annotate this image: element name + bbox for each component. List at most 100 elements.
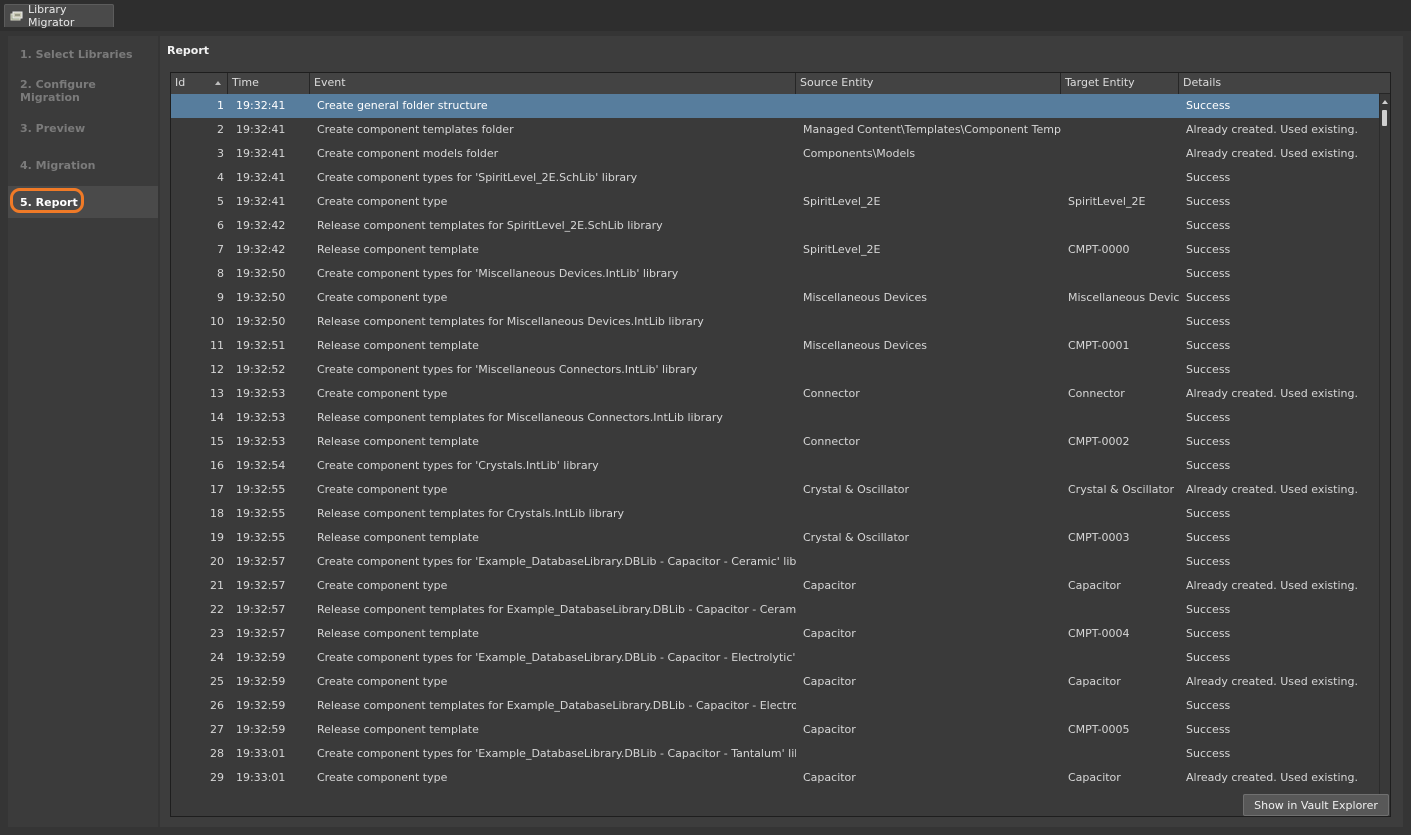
cell-event: Create general folder structure	[317, 99, 488, 112]
cell-target-entity	[1061, 694, 1179, 718]
table-row[interactable]: 15 19:32:53 Release component template Conn…	[171, 430, 1380, 454]
vertical-scrollbar[interactable]	[1379, 94, 1390, 816]
cell-time: 19:32:42	[236, 243, 286, 256]
table-row[interactable]: 11 19:32:51 Release component template Misc…	[171, 334, 1380, 358]
step-label: 3. Preview	[20, 121, 86, 135]
column-header-target-entity[interactable]: Target Entity	[1061, 73, 1179, 94]
cell-time: 19:32:57	[236, 603, 286, 616]
cell-source-entity: Capacitor	[803, 579, 856, 592]
cell-target-entity	[1061, 118, 1179, 142]
table-body: 1 19:32:41 Create general folder structure…	[171, 94, 1380, 816]
table-row[interactable]: 1 19:32:41 Create general folder structure…	[171, 94, 1380, 118]
table-row[interactable]: 14 19:32:53 Release component templates fo…	[171, 406, 1380, 430]
table-row[interactable]: 17 19:32:55 Create component type Crystal &…	[171, 478, 1380, 502]
report-table: Id Time Event Source Entity Target Entit…	[170, 72, 1391, 817]
column-header-time[interactable]: Time	[228, 73, 310, 94]
cell-details: Success	[1186, 363, 1231, 376]
cell-time: 19:32:53	[236, 435, 286, 448]
cell-event: Release component templates for Example_…	[317, 699, 796, 712]
cell-time: 19:32:53	[236, 411, 286, 424]
table-row[interactable]: 7 19:32:42 Release component template Spiri…	[171, 238, 1380, 262]
cell-source-entity: Crystal & Oscillator	[803, 483, 910, 496]
step-configure-migration[interactable]: 2. Configure Migration	[8, 75, 158, 107]
table-row[interactable]: 29 19:33:01 Create component type Capacitor…	[171, 766, 1380, 790]
table-row[interactable]: 6 19:32:42 Release component templates for…	[171, 214, 1380, 238]
cell-source-entity	[796, 406, 1061, 430]
cell-event: Create component types for 'Example_Data…	[317, 651, 796, 664]
cell-event: Create component type	[317, 579, 448, 592]
cell-time: 19:32:59	[236, 699, 286, 712]
cell-id: 6	[217, 219, 224, 232]
cell-time: 19:32:50	[236, 315, 286, 328]
cell-event: Create component type	[317, 771, 448, 784]
table-row[interactable]: 24 19:32:59 Create component types for 'Ex…	[171, 646, 1380, 670]
cell-source-entity	[796, 358, 1061, 382]
step-preview[interactable]: 3. Preview	[8, 112, 158, 144]
cell-source-entity: Crystal & Oscillator	[803, 531, 910, 544]
table-row[interactable]: 9 19:32:50 Create component type Miscellane…	[171, 286, 1380, 310]
cell-details: Success	[1186, 339, 1231, 352]
cell-target-entity: Capacitor	[1068, 771, 1121, 784]
scrollbar-thumb[interactable]	[1382, 110, 1387, 126]
column-header-details[interactable]: Details	[1179, 73, 1381, 94]
cell-time: 19:32:41	[236, 147, 286, 160]
table-row[interactable]: 20 19:32:57 Create component types for 'Ex…	[171, 550, 1380, 574]
table-row[interactable]: 27 19:32:59 Release component template Capa…	[171, 718, 1380, 742]
cell-target-entity: CMPT-0001	[1068, 339, 1130, 352]
cell-details: Success	[1186, 411, 1231, 424]
step-select-libraries[interactable]: 1. Select Libraries	[8, 38, 158, 70]
table-row[interactable]: 16 19:32:54 Create component types for 'Cr…	[171, 454, 1380, 478]
cell-id: 12	[210, 363, 224, 376]
table-row[interactable]: 18 19:32:55 Release component templates fo…	[171, 502, 1380, 526]
cell-target-entity	[1061, 94, 1179, 118]
cell-id: 14	[210, 411, 224, 424]
cell-event: Create component type	[317, 387, 448, 400]
tab-title: Library Migrator	[28, 3, 75, 29]
table-row[interactable]: 28 19:33:01 Create component types for 'Ex…	[171, 742, 1380, 766]
cell-source-entity	[796, 742, 1061, 766]
cell-event: Release component templates for SpiritLe…	[317, 219, 663, 232]
table-row[interactable]: 10 19:32:50 Release component templates fo…	[171, 310, 1380, 334]
table-row[interactable]: 26 19:32:59 Release component templates fo…	[171, 694, 1380, 718]
table-row[interactable]: 25 19:32:59 Create component type Capacitor…	[171, 670, 1380, 694]
table-row[interactable]: 3 19:32:41 Create component models folder C…	[171, 142, 1380, 166]
cell-event: Release component templates for Crystals…	[317, 507, 625, 520]
sort-ascending-icon	[215, 81, 221, 85]
table-row[interactable]: 5 19:32:41 Create component type SpiritLeve…	[171, 190, 1380, 214]
cell-event: Create component types for 'Crystals.Int…	[317, 459, 599, 472]
cell-source-entity	[796, 166, 1061, 190]
library-migrator-tab[interactable]: Library Migrator	[4, 3, 114, 29]
table-row[interactable]: 2 19:32:41 Create component templates fold…	[171, 118, 1380, 142]
table-row[interactable]: 22 19:32:57 Release component templates fo…	[171, 598, 1380, 622]
cell-id: 20	[210, 555, 224, 568]
cell-details: Success	[1186, 603, 1231, 616]
show-in-vault-explorer-button[interactable]: Show in Vault Explorer	[1243, 794, 1389, 816]
step-migration[interactable]: 4. Migration	[8, 149, 158, 181]
column-header-source-entity[interactable]: Source Entity	[796, 73, 1061, 94]
table-row[interactable]: 8 19:32:50 Create component types for 'Mis…	[171, 262, 1380, 286]
table-row[interactable]: 19 19:32:55 Release component template Crys…	[171, 526, 1380, 550]
cell-event: Release component templates for Miscella…	[317, 315, 704, 328]
cell-source-entity	[796, 550, 1061, 574]
column-header-event[interactable]: Event	[310, 73, 796, 94]
step-report[interactable]: 5. Report	[8, 186, 158, 218]
table-row[interactable]: 12 19:32:52 Create component types for 'Mi…	[171, 358, 1380, 382]
cell-source-entity: SpiritLevel_2E	[803, 195, 881, 208]
cell-id: 2	[217, 123, 224, 136]
table-row[interactable]: 13 19:32:53 Create component type Connector…	[171, 382, 1380, 406]
cell-event: Create component types for 'Miscellaneou…	[317, 267, 679, 280]
cell-source-entity: Connector	[803, 387, 860, 400]
scroll-up-icon[interactable]	[1382, 100, 1388, 104]
cell-event: Release component template	[317, 627, 479, 640]
column-header-id[interactable]: Id	[171, 73, 228, 94]
table-row[interactable]: 23 19:32:57 Release component template Capa…	[171, 622, 1380, 646]
table-row[interactable]: 21 19:32:57 Create component type Capacitor…	[171, 574, 1380, 598]
table-row[interactable]: 4 19:32:41 Create component types for 'Spi…	[171, 166, 1380, 190]
step-label: 4. Migration	[20, 158, 96, 172]
cell-details: Success	[1186, 171, 1231, 184]
cell-event: Create component type	[317, 675, 448, 688]
cell-id: 26	[210, 699, 224, 712]
cell-id: 16	[210, 459, 224, 472]
cell-details: Success	[1186, 243, 1231, 256]
cell-id: 23	[210, 627, 224, 640]
